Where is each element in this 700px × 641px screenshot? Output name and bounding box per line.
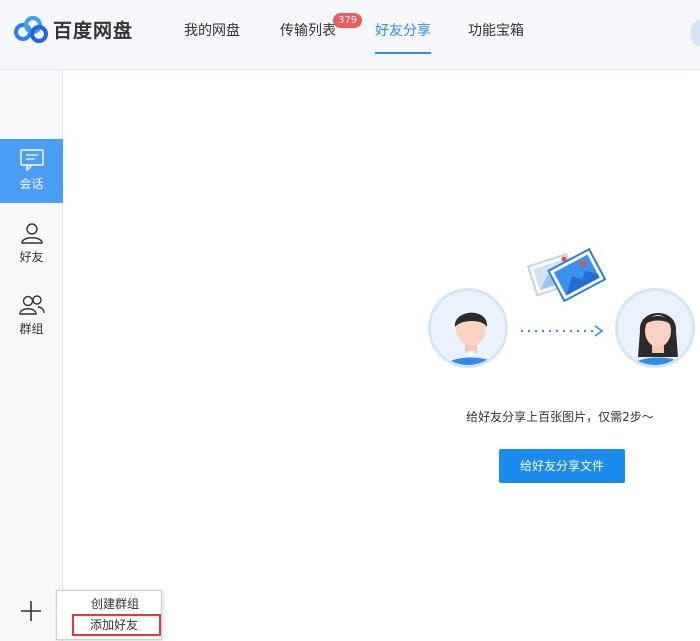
group-icon [18,295,45,315]
tab-label: 我的网盘 [184,23,240,39]
tab-label: 传输列表 [280,23,336,39]
chat-icon [19,149,44,171]
menu-item-label: 创建群组 [91,597,140,611]
sidebar-item-label: 好友 [19,250,44,264]
plus-icon[interactable] [18,598,44,624]
female-avatar-icon [618,291,692,365]
tab-label: 好友分享 [375,23,431,39]
tab-friend-share[interactable]: 好友分享 [375,22,431,54]
sidebar-item-groups[interactable]: 群组 [0,284,63,348]
left-sidebar: 会话 好友 群组 [0,70,63,641]
baidu-cloud-logo-icon [14,16,48,43]
share-tip-text: 给好友分享上百张图片，仅需2步～ [466,410,654,424]
transfer-count-badge: 379 [333,13,363,28]
user-avatar[interactable] [690,18,700,48]
top-header: 百度网盘 我的网盘 传输列表 379 好友分享 功能宝箱 [0,0,700,70]
app-name: 百度网盘 [53,19,134,42]
add-popup-menu: 创建群组 添加好友 [56,590,162,640]
sender-avatar-illustration [428,288,508,368]
menu-item-label: 添加好友 [90,618,139,632]
share-file-button[interactable]: 给好友分享文件 [499,449,625,483]
menu-item-add-friend[interactable]: 添加好友 [72,614,161,636]
sidebar-item-label: 会话 [19,177,44,191]
sidebar-item-friends[interactable]: 好友 [0,212,63,276]
person-icon [20,223,43,244]
tab-transfer-list[interactable]: 传输列表 379 [280,13,363,54]
menu-item-create-group[interactable]: 创建群组 [57,593,161,615]
tab-label: 功能宝箱 [468,23,524,39]
male-avatar-icon [431,291,505,365]
photos-illustration-icon [526,247,607,303]
sidebar-item-chat[interactable]: 会话 [0,139,63,203]
app-logo: 百度网盘 [13,14,133,44]
tab-my-disk[interactable]: 我的网盘 [184,22,240,54]
dotted-arrow-icon [521,325,604,337]
tab-toolbox[interactable]: 功能宝箱 [468,22,524,54]
receiver-avatar-illustration [615,288,695,368]
sidebar-item-label: 群组 [19,322,44,336]
